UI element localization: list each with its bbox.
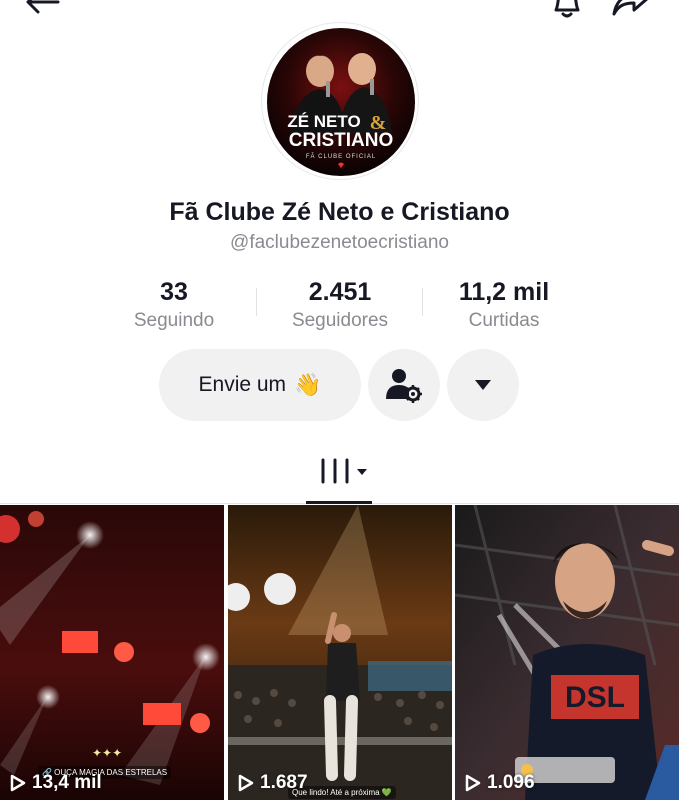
avatar-logo-line2: CRISTIANO <box>289 130 394 151</box>
profile-avatar[interactable]: ZÉ NETO & CRISTIANO FÃ CLUBE OFICIAL <box>261 22 419 180</box>
profile-username: @faclubezenetoecristiano <box>230 232 449 253</box>
stat-followers-label: Seguidores <box>291 310 389 331</box>
profile-stats: 33 Seguindo 2.451 Seguidores 11,2 mil Cu… <box>100 276 580 336</box>
stat-following-label: Seguindo <box>133 310 215 331</box>
tab-active-indicator <box>306 501 372 504</box>
stat-divider <box>422 288 423 316</box>
share-arrow-icon <box>612 0 648 16</box>
caret-down-icon <box>475 380 491 390</box>
grid-columns-icon <box>321 458 367 484</box>
svg-text:DSL: DSL <box>565 681 625 714</box>
play-icon <box>465 774 481 792</box>
stat-likes-label: Curtidas <box>468 310 540 331</box>
bell-icon <box>554 0 580 18</box>
video-views: 13,4 mil <box>10 772 102 794</box>
user-settings-icon <box>386 369 422 403</box>
tab-videos[interactable] <box>306 452 372 492</box>
stat-followers-value: 2.451 <box>308 278 372 306</box>
stat-following[interactable]: 33 Seguindo <box>94 276 254 334</box>
notifications-button[interactable] <box>548 0 586 22</box>
more-options-button[interactable] <box>447 349 519 421</box>
content-tabs <box>0 440 679 504</box>
avatar-logo-line1: ZÉ NETO <box>287 112 360 131</box>
stat-followers[interactable]: 2.451 Seguidores <box>260 276 420 334</box>
video-thumbnail[interactable]: Que lindo! Até a próxima 💚 1.687 <box>228 505 452 800</box>
svg-text:✦✦✦: ✦✦✦ <box>92 746 122 760</box>
video-grid: ✦✦✦ 🔗 OUÇA MAGIA DAS ESTRELAS 13,4 mil Q… <box>0 505 679 800</box>
send-message-label: Envie um <box>198 373 287 396</box>
play-icon <box>238 774 254 792</box>
video-view-count: 13,4 mil <box>32 772 102 793</box>
avatar-logo-sub: FÃ CLUBE OFICIAL <box>306 153 376 160</box>
stat-following-value: 33 <box>160 278 188 306</box>
video-view-count: 1.096 <box>487 772 535 793</box>
arrow-left-icon <box>26 0 60 14</box>
stat-likes: 11,2 mil Curtidas <box>424 276 584 334</box>
video-view-count: 1.687 <box>260 772 308 793</box>
back-button[interactable] <box>22 0 62 22</box>
video-views: 1.096 <box>465 772 535 794</box>
stat-divider <box>256 288 257 316</box>
play-icon <box>10 774 26 792</box>
send-message-button[interactable]: Envie um 👋 <box>159 349 361 421</box>
video-thumbnail[interactable]: ✦✦✦ 🔗 OUÇA MAGIA DAS ESTRELAS 13,4 mil <box>0 505 224 800</box>
add-friend-button[interactable] <box>368 349 440 421</box>
video-thumbnail[interactable]: DSL 1.096 <box>455 505 679 800</box>
share-button[interactable] <box>610 0 654 22</box>
waving-hand-icon: 👋 <box>294 372 322 397</box>
video-views: 1.687 <box>238 772 308 794</box>
stat-likes-value: 11,2 mil <box>458 278 550 306</box>
profile-display-name: Fã Clube Zé Neto e Cristiano <box>169 198 510 226</box>
